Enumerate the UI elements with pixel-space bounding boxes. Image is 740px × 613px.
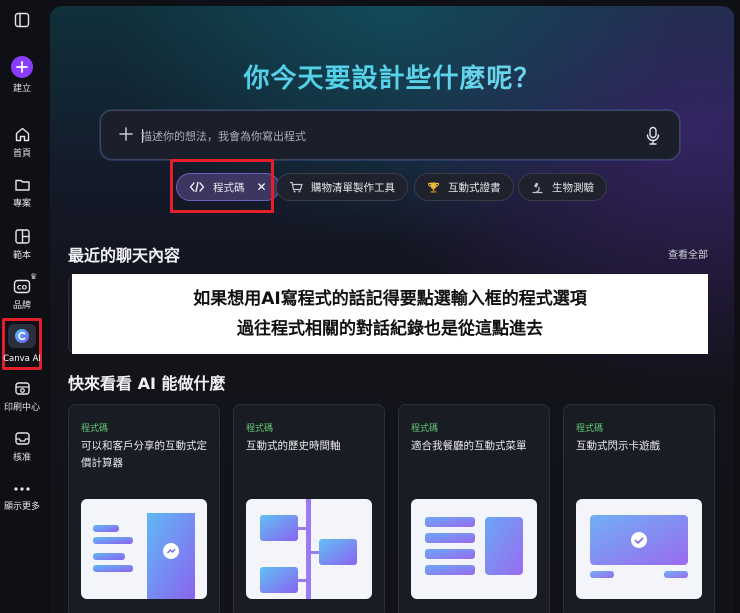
chip-label: 互動式證書 [448, 181, 501, 194]
card-thumbnail [411, 499, 537, 599]
sidebar-item-label: Canva AI [3, 354, 41, 364]
template-card[interactable]: 程式碼 可以和客戶分享的互動式定價計算器 [68, 404, 220, 613]
card-tag: 程式碼 [411, 424, 439, 434]
sidebar-item-label: 專案 [12, 199, 31, 209]
card-thumbnail [81, 499, 207, 599]
sidebar-item-approvals[interactable]: 核准 [0, 430, 44, 463]
sidebar-create-label: 建立 [12, 84, 31, 94]
home-icon [15, 127, 29, 142]
chip-label: 購物清單製作工具 [311, 181, 395, 194]
prompt-box[interactable] [100, 110, 680, 160]
view-all-link[interactable]: 查看全部 [668, 246, 708, 261]
card-tag: 程式碼 [576, 424, 604, 434]
brand-icon: CO [13, 279, 31, 294]
cart-icon [289, 181, 303, 193]
sidebar-item-label: 範本 [12, 251, 31, 261]
chip-certificate[interactable]: 互動式證書 [414, 173, 514, 201]
panel-toggle-icon [14, 12, 30, 28]
sidebar-item-projects[interactable]: 專案 [0, 176, 44, 209]
inbox-icon [14, 432, 30, 445]
highlight-box [170, 159, 274, 213]
microphone-icon[interactable] [646, 126, 660, 146]
card-thumbnail [576, 499, 702, 599]
template-card[interactable]: 程式碼 互動式的歷史時間軸 [233, 404, 385, 613]
chip-biology-quiz[interactable]: 生物測驗 [518, 173, 607, 201]
sidebar-item-brand[interactable]: CO 品牌 [0, 278, 44, 311]
folder-icon [14, 179, 30, 191]
trophy-icon [427, 181, 440, 194]
sidebar-item-label: 品牌 [12, 301, 31, 311]
card-title: 可以和客戶分享的互動式定價計算器 [81, 440, 207, 469]
svg-text:CO: CO [17, 284, 28, 292]
prompt-input[interactable] [141, 125, 621, 147]
card-title: 互動式的歷史時間軸 [246, 440, 341, 452]
annotation-box: 如果想用AI寫程式的話記得要點選輸入框的程式選項 過往程式相關的對話紀錄也是從這… [72, 274, 708, 354]
chip-shopping-list[interactable]: 購物清單製作工具 [276, 173, 408, 201]
plus-icon[interactable] [117, 125, 135, 143]
sidebar-item-label: 首頁 [12, 149, 31, 159]
annotation-line: 如果想用AI寫程式的話記得要點選輸入框的程式選項 [193, 289, 587, 309]
plus-icon [11, 56, 33, 78]
hero-title: 你今天要設計些什麼呢？ [50, 58, 734, 95]
template-card[interactable]: 程式碼 適合我餐廳的互動式菜單 [398, 404, 550, 613]
sidebar-item-label: 核准 [12, 453, 31, 463]
microscope-icon [531, 181, 544, 194]
more-icon [14, 487, 30, 491]
sidebar-toggle-button[interactable] [0, 12, 44, 28]
card-tag: 程式碼 [246, 424, 274, 434]
explore-title: 快來看看 AI 能做什麼 [68, 374, 226, 393]
recent-chats-title: 最近的聊天內容 [68, 246, 181, 265]
sidebar-item-label: 顯示更多 [3, 502, 40, 512]
sidebar-item-label: 印刷中心 [3, 403, 40, 413]
card-tag: 程式碼 [81, 424, 109, 434]
card-thumbnail [246, 499, 372, 599]
main-panel: 你今天要設計些什麼呢？ 程式碼 ✕ 購物清單製作工具 互動式證書 [50, 6, 734, 613]
sidebar-item-print[interactable]: 印刷中心 [0, 380, 44, 413]
print-icon [14, 382, 30, 395]
template-icon [14, 229, 30, 244]
card-title: 互動式閃示卡遊戲 [576, 440, 660, 452]
sidebar-item-canva-ai[interactable]: Canva AI [2, 318, 42, 370]
chip-label: 生物測驗 [552, 181, 594, 194]
annotation-line: 過往程式相關的對話紀錄也是從這點進去 [237, 319, 543, 339]
sidebar-item-templates[interactable]: 範本 [0, 228, 44, 261]
sidebar: 建立 首頁 專案 範本 ♛ CO 品牌 Canva AI 印刷中心 核准 顯示更… [0, 0, 44, 613]
sidebar-item-home[interactable]: 首頁 [0, 126, 44, 159]
card-title: 適合我餐廳的互動式菜單 [411, 440, 527, 452]
sidebar-item-more[interactable]: 顯示更多 [0, 482, 44, 512]
sidebar-create-button[interactable]: 建立 [0, 56, 44, 94]
canva-ai-icon [8, 324, 36, 348]
template-card[interactable]: 程式碼 互動式閃示卡遊戲 [563, 404, 715, 613]
